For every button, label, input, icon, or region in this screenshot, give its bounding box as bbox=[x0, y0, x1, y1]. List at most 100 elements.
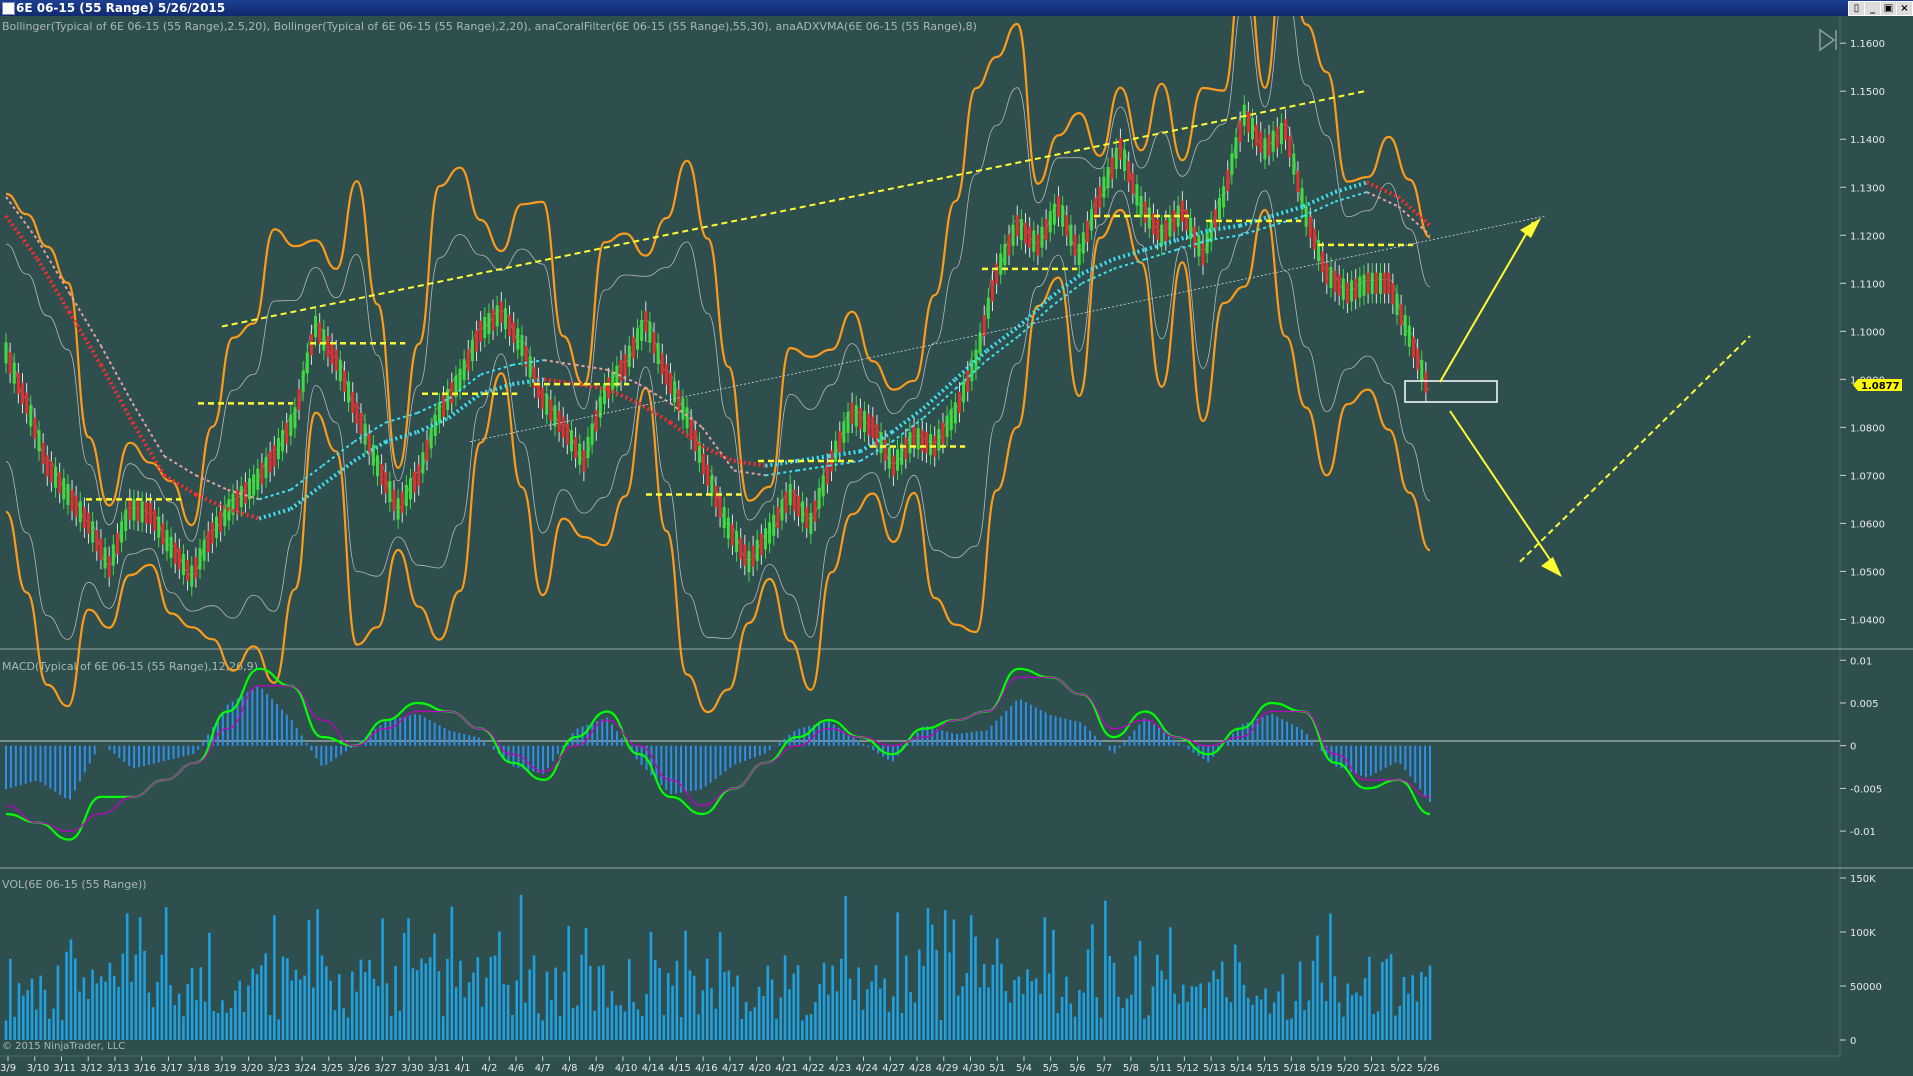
candle-body bbox=[912, 426, 916, 448]
volume-bar bbox=[1411, 975, 1414, 1040]
volume-bar bbox=[1207, 982, 1211, 1040]
candle-body bbox=[796, 495, 800, 517]
volume-bar bbox=[394, 965, 397, 1040]
candle-body bbox=[1143, 201, 1147, 223]
volume-bar bbox=[1346, 983, 1350, 1040]
volume-bar bbox=[1294, 1000, 1298, 1040]
candle-body bbox=[557, 411, 561, 433]
candle-body bbox=[342, 370, 346, 392]
candle-body bbox=[1312, 228, 1316, 250]
candle-body bbox=[169, 536, 173, 558]
candle-body bbox=[1164, 219, 1168, 242]
volume-bar bbox=[511, 1014, 514, 1040]
candle-body bbox=[305, 352, 309, 374]
volume-bar bbox=[147, 992, 151, 1040]
x-tick-label: 5/19 bbox=[1310, 1063, 1332, 1074]
candle-body bbox=[256, 468, 260, 490]
candle-body bbox=[466, 349, 470, 371]
volume-bar bbox=[818, 984, 822, 1040]
volume-bar bbox=[874, 965, 878, 1040]
volume-bar bbox=[173, 1005, 177, 1040]
volume-bar bbox=[684, 930, 687, 1040]
volume-bar bbox=[1173, 993, 1176, 1040]
candle-body bbox=[834, 440, 838, 462]
price-tick-label: 1.1100 bbox=[1850, 279, 1885, 290]
candle-body bbox=[1325, 263, 1329, 285]
volume-bar bbox=[130, 981, 133, 1040]
volume-bar bbox=[476, 957, 480, 1040]
volume-bar bbox=[831, 965, 834, 1040]
candle-body bbox=[784, 491, 788, 513]
x-tick-label: 3/25 bbox=[321, 1063, 343, 1074]
volume-bar bbox=[1060, 996, 1064, 1040]
x-tick-label: 3/13 bbox=[107, 1063, 129, 1074]
volume-bar bbox=[1181, 984, 1185, 1040]
title-bar: 6E 06-15 (55 Range) 5/26/2015 ▯ _ ▣ × bbox=[0, 0, 1913, 16]
volume-bar bbox=[580, 954, 583, 1040]
volume-bar bbox=[316, 909, 319, 1040]
volume-bar bbox=[891, 996, 895, 1040]
candle-body bbox=[462, 359, 466, 381]
x-tick-label: 4/20 bbox=[749, 1063, 771, 1074]
volume-bar bbox=[1134, 955, 1137, 1040]
candle-body bbox=[384, 472, 388, 494]
volume-bar bbox=[593, 1010, 596, 1040]
volume-bar bbox=[1108, 956, 1112, 1040]
volume-bar bbox=[1130, 994, 1133, 1040]
candle-body bbox=[586, 436, 590, 459]
volume-bar bbox=[913, 1002, 917, 1040]
x-tick-label: 3/18 bbox=[187, 1063, 209, 1074]
volume-bar bbox=[277, 1019, 280, 1040]
candle-body bbox=[751, 545, 755, 567]
candle-body bbox=[995, 263, 999, 285]
volume-bar bbox=[13, 1016, 16, 1040]
candle-body bbox=[429, 427, 433, 449]
price-tick-label: 1.0800 bbox=[1850, 423, 1885, 434]
volume-bar bbox=[545, 971, 549, 1040]
chart-canvas[interactable]: Bollinger(Typical of 6E 06-15 (55 Range)… bbox=[0, 16, 1913, 1076]
candle-body bbox=[850, 402, 854, 424]
close-button[interactable]: × bbox=[1896, 1, 1913, 16]
candle-body bbox=[1378, 272, 1382, 294]
last-price-marker: 1.0877 bbox=[1853, 379, 1902, 392]
volume-bar bbox=[1199, 983, 1202, 1040]
candle-body bbox=[33, 417, 37, 439]
volume-bar bbox=[1177, 1003, 1181, 1040]
volume-bar bbox=[627, 959, 631, 1040]
x-tick-label: 4/21 bbox=[775, 1063, 797, 1074]
candle-body bbox=[491, 309, 495, 331]
candle-body bbox=[190, 565, 194, 587]
volume-bar bbox=[225, 1012, 229, 1040]
volume-bar bbox=[47, 1018, 51, 1040]
volume-bar bbox=[381, 918, 384, 1040]
candle-body bbox=[1011, 224, 1015, 246]
volume-bar bbox=[571, 1008, 575, 1040]
restore-button[interactable]: ▣ bbox=[1880, 1, 1897, 16]
candle-body bbox=[1032, 230, 1036, 252]
volume-bar bbox=[9, 958, 12, 1040]
volume-bar bbox=[99, 976, 103, 1040]
price-tick-label: 1.1400 bbox=[1850, 135, 1885, 146]
volume-bar bbox=[982, 964, 986, 1040]
x-tick-label: 5/15 bbox=[1257, 1063, 1279, 1074]
candle-body bbox=[41, 442, 45, 464]
candle-body bbox=[759, 533, 763, 556]
volume-bar bbox=[1160, 970, 1163, 1040]
candle-body bbox=[479, 320, 483, 342]
volume-bar bbox=[1034, 978, 1038, 1040]
candle-body bbox=[1259, 131, 1263, 153]
candle-body bbox=[602, 383, 606, 405]
chart-trader-button[interactable]: ▯ bbox=[1848, 1, 1865, 16]
minimize-button[interactable]: _ bbox=[1864, 1, 1881, 16]
candle-body bbox=[941, 422, 945, 444]
candle-body bbox=[1288, 136, 1292, 158]
volume-bar bbox=[359, 959, 363, 1040]
candle-body bbox=[173, 542, 177, 564]
candle-body bbox=[301, 370, 305, 392]
candle-body bbox=[1337, 274, 1341, 296]
candle-body bbox=[1255, 124, 1259, 146]
candle-body bbox=[375, 455, 379, 477]
volume-bar bbox=[969, 915, 973, 1040]
volume-bar bbox=[1039, 993, 1042, 1040]
volume-bar bbox=[1398, 1005, 1402, 1040]
